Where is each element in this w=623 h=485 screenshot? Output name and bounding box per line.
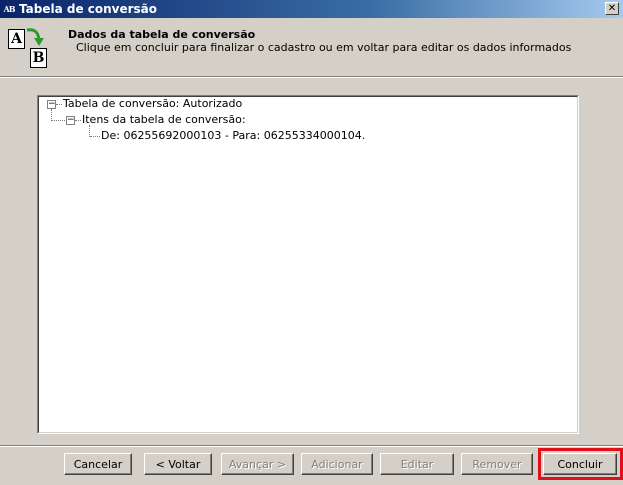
child-collapse-icon[interactable]: − — [66, 116, 75, 125]
header-divider-highlight — [0, 77, 623, 78]
tree-connector — [52, 120, 65, 121]
close-button[interactable]: ✕ — [605, 2, 619, 15]
green-arrow-icon — [26, 28, 44, 46]
next-button[interactable]: Avançar > — [221, 453, 294, 475]
window-title: Tabela de conversão — [19, 2, 158, 16]
conversion-tree-view[interactable]: − Tabela de conversão: Autorizado − Iten… — [37, 95, 579, 434]
app-icon: AB — [3, 4, 16, 14]
card-a-icon: A — [8, 29, 25, 49]
header-title: Dados da tabela de conversão — [68, 28, 256, 41]
tree-connector — [90, 136, 100, 137]
wizard-header: A B Dados da tabela de conversão Clique … — [0, 18, 623, 76]
back-button[interactable]: < Voltar — [144, 453, 212, 475]
tree-connector — [75, 120, 81, 121]
card-b-icon: B — [30, 48, 47, 68]
tree-node-leaf[interactable]: De: 06255692000103 - Para: 0625533400010… — [101, 129, 365, 143]
cancel-button[interactable]: Cancelar — [64, 453, 132, 475]
title-bar: AB Tabela de conversão ✕ — [0, 0, 623, 18]
conversion-ab-icon: A B — [6, 26, 50, 72]
finish-highlight-box — [538, 448, 623, 480]
tree-node-items[interactable]: Itens da tabela de conversão: — [82, 113, 246, 127]
footer-divider-highlight — [0, 446, 623, 447]
add-button[interactable]: Adicionar — [301, 453, 373, 475]
close-icon: ✕ — [607, 2, 617, 14]
tree-connector — [56, 104, 62, 105]
root-expander-glyph: − — [48, 99, 56, 109]
tree-inner-border — [38, 96, 578, 433]
child-expander-glyph: − — [67, 115, 75, 125]
edit-button[interactable]: Editar — [380, 453, 454, 475]
header-description: Clique em concluir para finalizar o cada… — [76, 41, 572, 54]
root-collapse-icon[interactable]: − — [47, 100, 56, 109]
tree-node-root[interactable]: Tabela de conversão: Autorizado — [63, 97, 242, 111]
remove-button[interactable]: Remover — [461, 453, 533, 475]
